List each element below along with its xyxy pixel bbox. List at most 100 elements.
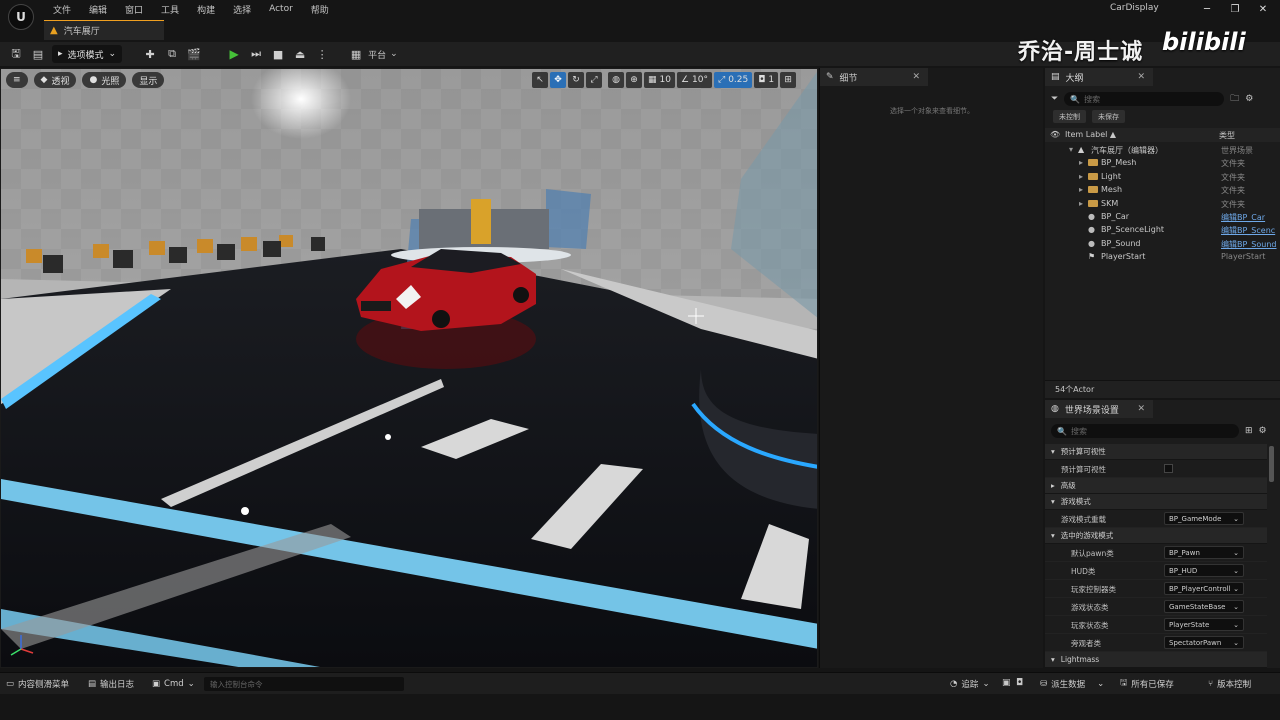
column-item-label[interactable]: Item Label ▲: [1065, 130, 1116, 139]
output-log-button[interactable]: ▤ 输出日志: [88, 673, 134, 695]
chip-unsaved[interactable]: 未保存: [1092, 110, 1125, 123]
world-space-icon[interactable]: ◍: [608, 72, 624, 88]
close-icon[interactable]: ✕: [912, 72, 920, 82]
settings-icon[interactable]: ⚙: [1259, 426, 1267, 436]
more-options-icon[interactable]: ⋮: [314, 46, 330, 62]
outliner-row[interactable]: ● BP_ScenceLight 编辑BP_Scenc: [1045, 224, 1280, 237]
menu-item-7[interactable]: 帮助: [302, 3, 338, 16]
outliner-row[interactable]: ▾ ▲ 汽车展厅（编辑器） 世界场景: [1045, 144, 1280, 157]
property-section[interactable]: ▾ 预计算可视性: [1045, 444, 1267, 460]
scrollbar-thumb[interactable]: [1269, 446, 1274, 482]
outliner-row[interactable]: ● BP_Sound 编辑BP_Sound: [1045, 238, 1280, 251]
maximize-icon[interactable]: ❐: [1228, 4, 1242, 15]
table-view-icon[interactable]: ⊞: [1245, 426, 1253, 436]
property-dropdown[interactable]: BP_GameMode ⌄: [1164, 512, 1244, 525]
menu-item-1[interactable]: 编辑: [80, 3, 116, 16]
unreal-logo-icon[interactable]: U: [8, 4, 34, 30]
close-icon[interactable]: ✕: [1256, 4, 1270, 15]
rotation-snap-button[interactable]: ∠ 10°: [676, 72, 712, 88]
camera-icon[interactable]: ◘: [1016, 678, 1023, 688]
viewport-menu-button[interactable]: ≡: [6, 72, 28, 88]
property-dropdown[interactable]: BP_PlayerControll ⌄: [1164, 582, 1244, 595]
property-dropdown[interactable]: BP_Pawn ⌄: [1164, 546, 1244, 559]
lighting-button[interactable]: ● 光照: [82, 72, 127, 88]
menu-item-2[interactable]: 窗口: [116, 3, 152, 16]
column-type[interactable]: 类型: [1219, 130, 1235, 141]
close-icon[interactable]: ✕: [1137, 404, 1145, 414]
cinematics-icon[interactable]: 🎬: [186, 46, 202, 62]
property-dropdown[interactable]: BP_HUD ⌄: [1164, 564, 1244, 577]
grid-snap-button[interactable]: ▦ 10: [644, 72, 675, 88]
show-button[interactable]: 显示: [132, 72, 165, 88]
source-control-button[interactable]: ⑂ 版本控制: [1208, 673, 1251, 695]
menu-item-4[interactable]: 构建: [188, 3, 224, 16]
chevron-right-icon[interactable]: ▸: [1079, 172, 1083, 181]
edit-blueprint-link[interactable]: 编辑BP_Car: [1221, 212, 1279, 223]
view-mode-button[interactable]: ◆ 透视: [33, 72, 77, 88]
property-checkbox[interactable]: [1164, 464, 1173, 473]
property-section[interactable]: ▾ 游戏模式: [1045, 494, 1267, 510]
screenshot-icon[interactable]: ▣: [1002, 678, 1011, 688]
save-icon[interactable]: 🖫: [8, 46, 24, 62]
property-dropdown[interactable]: PlayerState ⌄: [1164, 618, 1244, 631]
property-section[interactable]: ▸ 高级: [1045, 478, 1267, 494]
chevron-right-icon[interactable]: ▸: [1079, 158, 1083, 167]
tab-details[interactable]: ✎ 细节 ✕: [820, 68, 928, 86]
eject-icon[interactable]: ⏏: [292, 46, 308, 62]
add-actor-icon[interactable]: ✚: [142, 46, 158, 62]
property-dropdown[interactable]: SpectatorPawn ⌄: [1164, 636, 1244, 649]
tab-outliner[interactable]: ▤ 大纲 ✕: [1045, 68, 1153, 86]
play-icon[interactable]: ▶: [226, 46, 242, 62]
outliner-row[interactable]: ▸ Mesh 文件夹: [1045, 184, 1280, 197]
property-section[interactable]: ▾ 选中的游戏模式: [1045, 528, 1267, 544]
select-icon[interactable]: ↖: [532, 72, 548, 88]
translate-icon[interactable]: ✥: [550, 72, 566, 88]
property-dropdown[interactable]: GameStateBase ⌄: [1164, 600, 1244, 613]
close-icon[interactable]: ✕: [1137, 72, 1145, 82]
outliner-row[interactable]: ▸ BP_Mesh 文件夹: [1045, 157, 1280, 170]
rotate-icon[interactable]: ↻: [568, 72, 584, 88]
platform-button[interactable]: ▦ 平台 ⌄: [348, 46, 398, 62]
tab-map[interactable]: ▲ 汽车展厅: [44, 20, 164, 40]
mode-selector-button[interactable]: ▸ 选项模式 ⌄: [52, 45, 123, 63]
outliner-row[interactable]: ▸ Light 文件夹: [1045, 171, 1280, 184]
scene-render[interactable]: [1, 69, 818, 668]
add-folder-icon[interactable]: 🗀: [1230, 91, 1239, 107]
minimize-icon[interactable]: ─: [1200, 4, 1214, 15]
menu-item-0[interactable]: 文件: [44, 3, 80, 16]
tab-world-settings[interactable]: ◍ 世界场景设置 ✕: [1045, 400, 1153, 418]
scale-snap-button[interactable]: ⤢ 0.25: [714, 72, 753, 88]
chip-uncontrolled[interactable]: 未控制: [1053, 110, 1086, 123]
stop-icon[interactable]: ■: [270, 46, 286, 62]
blueprint-icon[interactable]: ⧉: [164, 46, 180, 62]
step-icon[interactable]: ⏭: [248, 46, 264, 62]
chevron-down-icon[interactable]: ▾: [1069, 145, 1073, 154]
outliner-search-input[interactable]: 🔍 搜索: [1064, 92, 1225, 106]
settings-icon[interactable]: ⚙: [1245, 94, 1253, 104]
menu-item-5[interactable]: 选择: [224, 3, 260, 16]
menu-item-6[interactable]: Actor: [260, 4, 302, 14]
outliner-row[interactable]: ● BP_Car 编辑BP_Car: [1045, 211, 1280, 224]
edit-blueprint-link[interactable]: 编辑BP_Sound: [1221, 239, 1279, 250]
outliner-row[interactable]: ⚑ PlayerStart PlayerStart: [1045, 251, 1280, 264]
property-section[interactable]: ▾ Lightmass: [1045, 652, 1267, 668]
content-browser-icon[interactable]: ▤: [30, 46, 46, 62]
derived-data-button[interactable]: ⛁ 派生数据 ⌄: [1040, 673, 1104, 695]
filter-icon[interactable]: ⏷: [1051, 94, 1058, 104]
menu-item-3[interactable]: 工具: [152, 3, 188, 16]
scale-icon[interactable]: ⤢: [586, 72, 602, 88]
console-command-input[interactable]: 输入控制台命令: [204, 677, 404, 691]
cmd-button[interactable]: ▣ Cmd ⌄: [152, 673, 195, 695]
trace-button[interactable]: ◔ 追踪 ⌄: [950, 673, 990, 695]
outliner-row[interactable]: ▸ SKM 文件夹: [1045, 198, 1280, 211]
chevron-right-icon[interactable]: ▸: [1079, 185, 1083, 194]
layout-icon[interactable]: ⊞: [780, 72, 797, 88]
save-all-button[interactable]: 🖫 所有已保存: [1120, 673, 1174, 695]
chevron-right-icon[interactable]: ▸: [1079, 199, 1083, 208]
world-settings-search-input[interactable]: 🔍 搜索: [1051, 424, 1239, 438]
camera-speed-button[interactable]: ◘ 1: [754, 72, 779, 88]
visibility-icon[interactable]: 👁: [1050, 130, 1060, 139]
level-viewport[interactable]: [0, 68, 818, 668]
surface-snap-icon[interactable]: ⊕: [626, 72, 642, 88]
content-drawer-button[interactable]: ▭ 内容侧滑菜单: [6, 673, 69, 695]
